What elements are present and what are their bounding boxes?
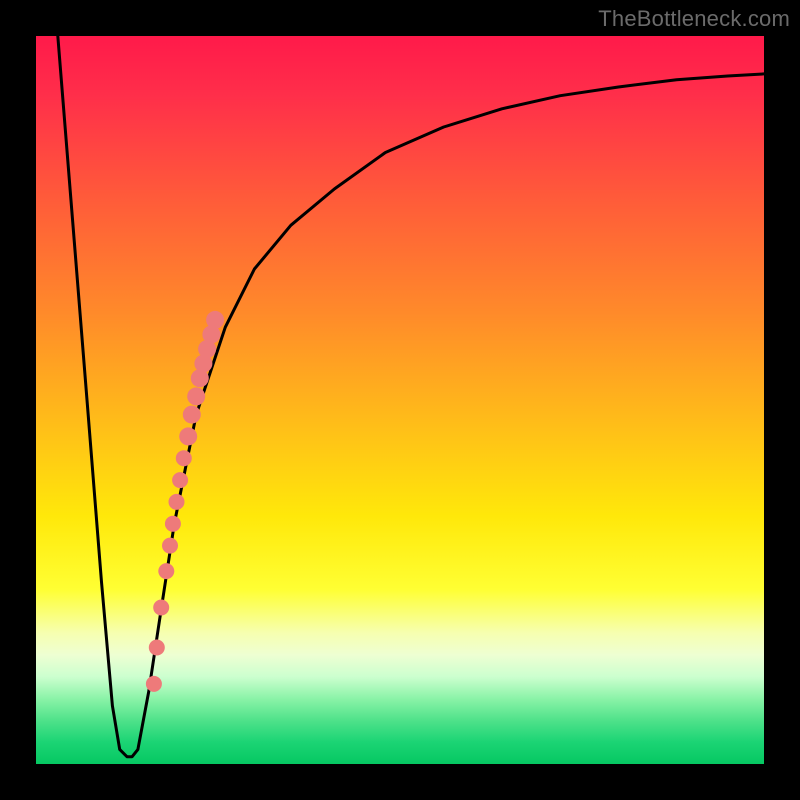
- watermark-text: TheBottleneck.com: [598, 6, 790, 32]
- highlight-dot: [165, 516, 181, 532]
- highlight-dot: [158, 563, 174, 579]
- highlight-dot: [146, 676, 162, 692]
- chart-svg: [36, 36, 764, 764]
- plot-area: [36, 36, 764, 764]
- highlight-dot: [153, 600, 169, 616]
- chart-frame: TheBottleneck.com: [0, 0, 800, 800]
- highlight-dot: [206, 311, 224, 329]
- highlight-dot: [149, 640, 165, 656]
- highlight-dot: [187, 387, 205, 405]
- highlight-dot: [172, 472, 188, 488]
- highlight-dot: [179, 427, 197, 445]
- highlight-dot: [169, 494, 185, 510]
- highlight-dot: [183, 406, 201, 424]
- highlight-dot: [162, 538, 178, 554]
- highlight-dot: [176, 450, 192, 466]
